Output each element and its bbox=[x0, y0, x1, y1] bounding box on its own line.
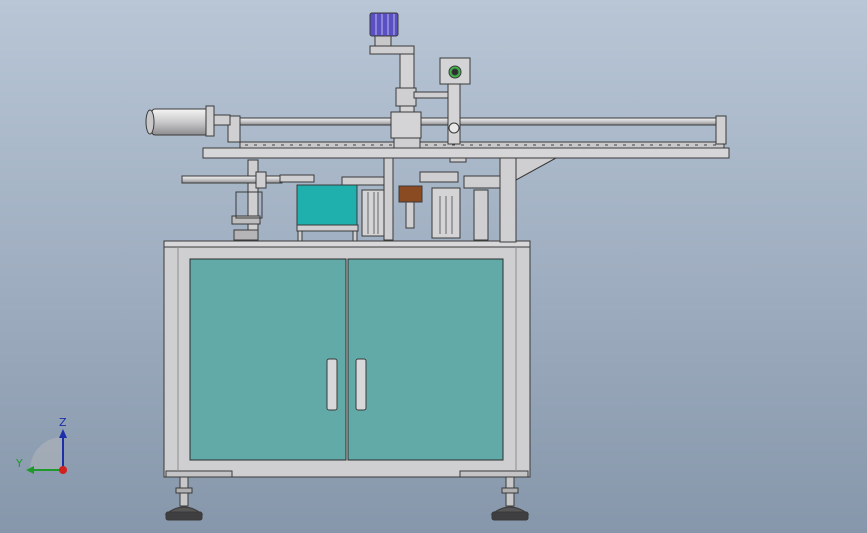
horizontal-cylinder-rod bbox=[181, 175, 283, 184]
linear-rail bbox=[239, 117, 721, 126]
right-door-handle[interactable] bbox=[355, 358, 367, 411]
right-door-panel[interactable] bbox=[347, 258, 504, 461]
cabinet-base-left bbox=[165, 470, 233, 478]
cabinet-top-plate bbox=[163, 240, 531, 248]
gantry-beam bbox=[202, 147, 730, 159]
horizontal-link-arm bbox=[413, 91, 449, 99]
center-post bbox=[383, 155, 394, 241]
carriage-block bbox=[390, 111, 422, 139]
rail-end-block-right bbox=[715, 115, 727, 145]
teal-box bbox=[296, 184, 358, 226]
left-door-panel[interactable] bbox=[189, 258, 347, 461]
cad-viewport[interactable]: Z Y bbox=[0, 0, 867, 533]
pulley-support-column bbox=[447, 83, 461, 145]
center-linear-guide bbox=[361, 189, 385, 237]
main-cylinder bbox=[151, 108, 209, 136]
cabinet-base-right bbox=[459, 470, 529, 478]
triad-origin bbox=[59, 466, 67, 474]
teal-box-stand bbox=[296, 224, 359, 232]
left-door-handle[interactable] bbox=[326, 358, 338, 411]
right-post bbox=[473, 189, 489, 241]
left-post-base bbox=[233, 229, 259, 241]
vertical-support bbox=[499, 157, 517, 243]
brown-block bbox=[398, 185, 423, 203]
cylinder-end-block bbox=[255, 171, 267, 189]
right-post-plate bbox=[463, 175, 501, 189]
triad-z-label: Z bbox=[59, 416, 67, 429]
cylinder-clamp bbox=[279, 174, 315, 183]
center-slide-frame bbox=[341, 176, 385, 186]
triad-y-label: Y bbox=[15, 457, 23, 470]
motor-mount-plate bbox=[369, 45, 415, 55]
